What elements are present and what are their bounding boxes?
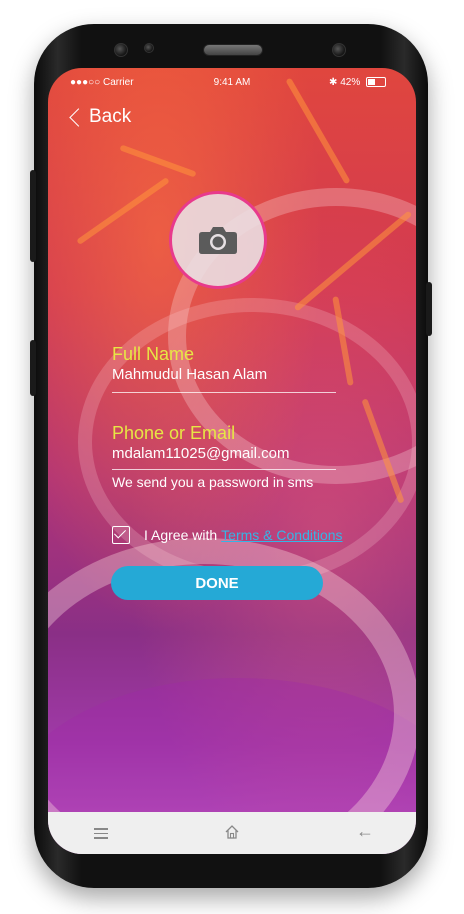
carrot-strand-decoration xyxy=(119,144,197,178)
camera-icon xyxy=(199,227,237,254)
full-name-label: Full Name xyxy=(112,344,195,364)
battery-fill xyxy=(368,79,375,86)
agree-row: I Agree with Terms & Conditions xyxy=(112,526,343,544)
back-button[interactable]: Back xyxy=(69,106,132,128)
battery-percent: 42% xyxy=(340,77,361,88)
app-screen: ●●●○○ Carrier 9:41 AM ✱ 42% Back Full Na… xyxy=(48,68,416,854)
earpiece-speaker xyxy=(203,44,263,56)
home-icon[interactable] xyxy=(224,824,240,840)
bluetooth-icon: ✱ xyxy=(329,77,338,88)
profile-photo-button[interactable] xyxy=(169,191,267,289)
sensor-icon xyxy=(144,43,154,53)
volume-button xyxy=(30,170,36,262)
contact-hint: We send you a password in sms xyxy=(112,474,314,490)
full-name-field[interactable]: Mahmudul Hasan Alam xyxy=(112,366,267,383)
back-arrow-icon[interactable]: ← xyxy=(356,821,374,842)
status-bar: ●●●○○ Carrier 9:41 AM ✱ 42% xyxy=(48,68,416,94)
bottom-nav-bar: ← xyxy=(48,812,416,854)
front-camera-icon xyxy=(332,43,346,57)
terms-link[interactable]: Terms & Conditions xyxy=(221,527,342,543)
back-label: Back xyxy=(89,106,132,127)
battery-icon xyxy=(366,77,386,88)
agree-checkbox[interactable] xyxy=(112,526,130,544)
agree-text: I Agree with xyxy=(144,527,218,543)
done-button[interactable]: DONE xyxy=(111,566,323,600)
sensor-icon xyxy=(114,43,128,57)
power-button xyxy=(426,282,432,336)
battery-indicator: ✱ 42% xyxy=(329,77,386,88)
full-name-underline xyxy=(112,392,336,393)
bixby-button xyxy=(30,340,36,396)
menu-icon[interactable] xyxy=(94,828,108,842)
carrot-strand-decoration xyxy=(76,176,170,246)
contact-underline xyxy=(112,469,336,470)
chevron-left-icon xyxy=(69,108,88,127)
contact-label: Phone or Email xyxy=(112,423,236,443)
contact-field[interactable]: mdalam11025@gmail.com xyxy=(112,445,290,462)
